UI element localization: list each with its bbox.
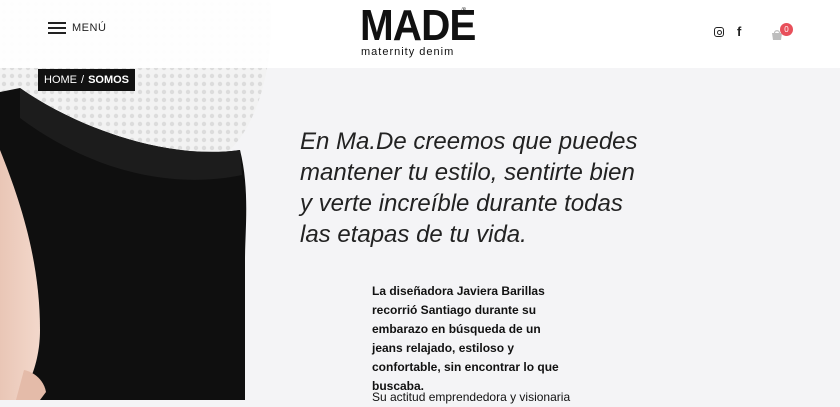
intro-heading: En Ma.De creemos que puedes mantener tu … — [300, 128, 638, 248]
instagram-icon[interactable] — [714, 27, 724, 37]
story-paragraph-1: La diseñadora Javiera Barillas recorrió … — [372, 284, 559, 393]
facebook-icon[interactable]: f — [737, 24, 741, 39]
logo-wordmark: MADE — [360, 1, 476, 50]
breadcrumb-current: SOMOS — [88, 74, 130, 86]
hamburger-icon — [48, 22, 66, 34]
menu-button[interactable]: MENÚ — [48, 20, 106, 36]
story-paragraph-2: Su actitud emprendedora y visionaria — [372, 390, 571, 404]
cart-count-badge: 0 — [780, 23, 793, 36]
site-logo[interactable]: MADE ® maternity denim — [360, 1, 476, 62]
breadcrumb: HOME / SOMOS — [38, 69, 136, 91]
site-header: MENÚ MADE ® maternity denim f 0 — [0, 0, 840, 68]
logo-subtitle: maternity denim — [361, 46, 455, 58]
breadcrumb-home-link[interactable]: HOME — [44, 69, 77, 91]
logo-trademark: ® — [461, 8, 466, 14]
breadcrumb-separator: / — [81, 74, 85, 86]
menu-label: MENÚ — [72, 22, 107, 34]
